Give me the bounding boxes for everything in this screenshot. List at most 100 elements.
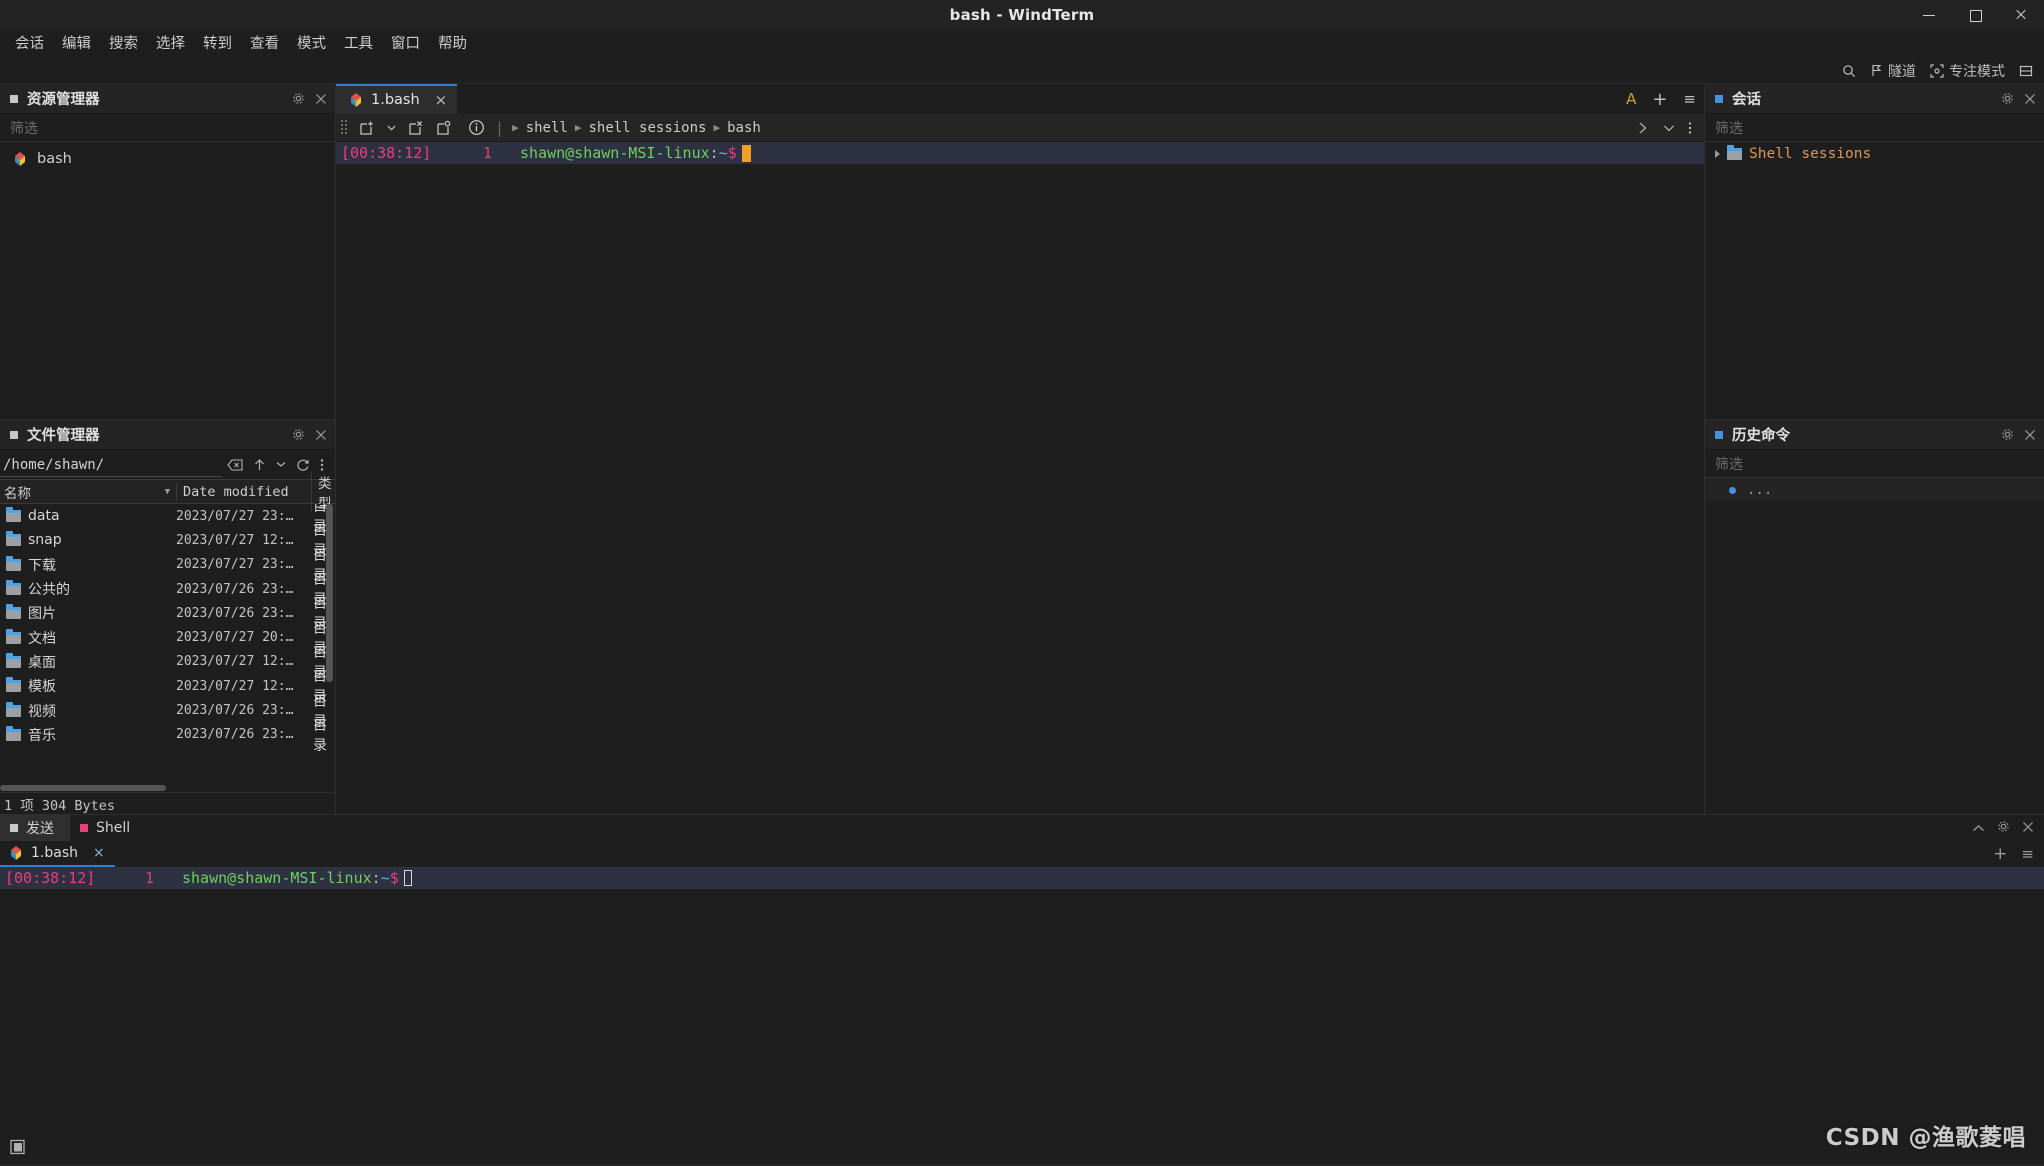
explorer-close-button[interactable] (315, 93, 327, 105)
file-list-scrollbar[interactable] (326, 504, 333, 682)
menu-item-help[interactable]: 帮助 (429, 32, 476, 56)
bottom-status-row (0, 1134, 2044, 1164)
history-close-button[interactable] (2024, 429, 2036, 441)
file-manager-more-button[interactable] (315, 458, 329, 472)
tab-close-button[interactable]: × (435, 91, 448, 109)
subtab-1-bash[interactable]: 1.bash × (0, 841, 115, 867)
history-item[interactable]: ... (1705, 478, 2044, 502)
bottom-panel: 发送 Shell (0, 814, 2044, 1164)
table-row[interactable]: 公共的 2023/07/26 23:… 目录 (0, 577, 335, 601)
new-session-button[interactable] (353, 120, 381, 136)
new-session-dropdown-button[interactable] (381, 125, 402, 131)
column-header-name[interactable]: 名称 ▼ (0, 482, 176, 502)
breadcrumb-item-bash[interactable]: bash (727, 120, 761, 136)
folder-icon (6, 607, 21, 619)
history-dropdown-button[interactable] (271, 461, 291, 468)
bottom-close-button[interactable] (2022, 819, 2034, 837)
arrow-up-icon (253, 458, 266, 472)
menu-item-tools[interactable]: 工具 (335, 32, 382, 56)
terminal-tab-bar: 1.bash × A + ≡ (336, 84, 1704, 114)
menu-item-edit[interactable]: 编辑 (53, 32, 100, 56)
gear-icon (2001, 428, 2014, 441)
close-icon (2015, 9, 2027, 21)
bottom-collapse-button[interactable] (1972, 819, 1985, 837)
tunnel-label: 隧道 (1888, 61, 1916, 81)
session-item-shell-sessions[interactable]: Shell sessions (1705, 142, 2044, 166)
minimize-button[interactable] (1906, 0, 1952, 30)
explorer-filter-input[interactable]: 筛选 (0, 114, 335, 142)
table-row[interactable]: 图片 2023/07/26 23:… 目录 (0, 601, 335, 625)
send-panel-editor[interactable]: [00:38:12] 1 shawn@shawn-MSI-linux : ~ $ (0, 867, 2044, 1134)
tab-shell[interactable]: Shell (70, 815, 146, 841)
table-row[interactable]: 音乐 2023/07/26 23:… 目录 (0, 723, 335, 747)
file-manager-header: 文件管理器 (0, 420, 335, 450)
tab-menu-button[interactable]: ≡ (1675, 84, 1704, 114)
subtab-close-button[interactable]: × (93, 845, 105, 861)
file-modified: 2023/07/26 23:… (176, 582, 311, 597)
menu-item-goto[interactable]: 转到 (194, 32, 241, 56)
menu-item-session[interactable]: 会话 (6, 32, 53, 56)
table-row[interactable]: 下载 2023/07/27 23:… 目录 (0, 553, 335, 577)
close-button[interactable] (1998, 0, 2044, 30)
expand-arrow-icon[interactable] (1715, 150, 1720, 158)
file-name: 音乐 (28, 725, 56, 745)
info-icon (468, 119, 485, 136)
new-tab-button[interactable]: + (1644, 84, 1675, 114)
history-title: 历史命令 (1732, 424, 1790, 445)
table-row[interactable]: data 2023/07/27 23:… 目录 (0, 504, 335, 528)
tab-send[interactable]: 发送 (0, 815, 70, 841)
sessions-filter-input[interactable]: 筛选 (1705, 114, 2044, 142)
search-icon (1842, 64, 1856, 78)
file-manager-close-button[interactable] (315, 429, 327, 441)
panel-toggle-button[interactable] (10, 1139, 26, 1159)
parent-directory-button[interactable] (248, 458, 271, 472)
terminal-area: 1.bash × A + ≡ (336, 84, 1704, 814)
terminal-more-button[interactable] (1682, 121, 1704, 135)
file-list-horizontal-scrollbar[interactable] (0, 784, 335, 792)
focus-mode-button[interactable]: 专注模式 (1923, 59, 2012, 83)
bottom-menu-button[interactable]: ≡ (2021, 845, 2034, 863)
history-settings-button[interactable] (2001, 428, 2014, 441)
sessions-settings-button[interactable] (2001, 92, 2014, 105)
menu-item-select[interactable]: 选择 (147, 32, 194, 56)
table-row[interactable]: 文档 2023/07/27 20:… 目录 (0, 625, 335, 649)
clear-path-button[interactable] (222, 459, 248, 471)
explorer-item-label: bash (37, 151, 72, 167)
table-row[interactable]: 模板 2023/07/27 12:… 目录 (0, 674, 335, 698)
explorer-settings-button[interactable] (292, 92, 305, 105)
path-input[interactable]: /home/shawn/ (0, 453, 222, 477)
tab-1-bash[interactable]: 1.bash × (336, 84, 457, 114)
prompt-path: ~ (381, 869, 390, 887)
breadcrumb-item-shell-sessions[interactable]: shell sessions (588, 120, 706, 136)
expand-right-button[interactable] (1630, 121, 1656, 135)
history-filter-input[interactable]: 筛选 (1705, 450, 2044, 478)
menu-item-view[interactable]: 查看 (241, 32, 288, 56)
close-session-button[interactable] (402, 120, 430, 136)
column-header-modified[interactable]: Date modified (176, 484, 311, 500)
restore-session-button[interactable] (430, 120, 458, 136)
table-row[interactable]: 桌面 2023/07/27 12:… 目录 (0, 650, 335, 674)
font-settings-button[interactable]: A (1618, 84, 1644, 114)
toolbar-drag-handle[interactable] (341, 120, 350, 136)
maximize-button[interactable] (1952, 0, 1998, 30)
table-row[interactable]: snap 2023/07/27 12:… 目录 (0, 528, 335, 552)
session-info-button[interactable] (458, 119, 491, 136)
bottom-settings-button[interactable] (1997, 819, 2010, 837)
breadcrumb-item-shell[interactable]: shell (526, 120, 568, 136)
terminal-output[interactable]: [00:38:12] 1 shawn@shawn-MSI-linux : ~ $ (336, 142, 1704, 814)
sessions-close-button[interactable] (2024, 93, 2036, 105)
refresh-button[interactable] (291, 458, 315, 472)
search-button[interactable] (1835, 62, 1863, 80)
expand-down-button[interactable] (1656, 121, 1682, 135)
explorer-item-bash[interactable]: bash (0, 148, 335, 170)
menu-item-window[interactable]: 窗口 (382, 32, 429, 56)
menu-item-mode[interactable]: 模式 (288, 32, 335, 56)
table-row[interactable]: 视频 2023/07/26 23:… 目录 (0, 698, 335, 722)
file-manager-settings-button[interactable] (292, 428, 305, 441)
tunnel-button[interactable]: 隧道 (1863, 59, 1923, 83)
send-cursor (404, 870, 412, 886)
folder-icon (6, 632, 21, 644)
bottom-add-button[interactable]: + (1993, 844, 2007, 864)
layout-button[interactable] (2012, 62, 2040, 80)
menu-item-search[interactable]: 搜索 (100, 32, 147, 56)
